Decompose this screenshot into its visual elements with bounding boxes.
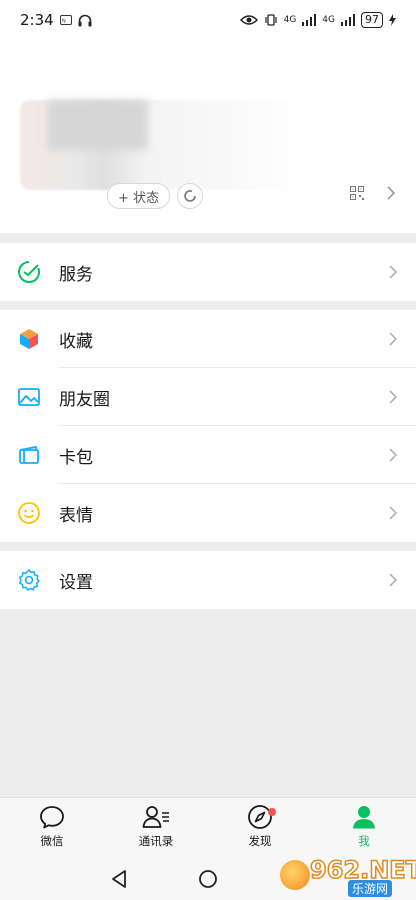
watermark-logo <box>280 860 310 890</box>
smiley-icon <box>18 502 40 524</box>
refresh-icon <box>184 190 196 202</box>
menu-item-moments[interactable]: 朋友圈 <box>0 368 416 426</box>
svg-text:N: N <box>62 19 66 25</box>
menu-item-cards[interactable]: 卡包 <box>0 426 416 484</box>
menu-label-settings: 设置 <box>59 572 93 593</box>
menu-item-favorites[interactable]: 收藏 <box>0 310 416 368</box>
menu-item-services[interactable]: 服务 <box>0 243 416 301</box>
menu-label-stickers: 表情 <box>59 505 93 526</box>
qr-code-icon[interactable] <box>350 186 364 200</box>
tab-label-me: 我 <box>358 834 370 848</box>
wallet-card-icon <box>19 445 39 464</box>
person-icon <box>353 806 375 829</box>
chevron-right-icon <box>389 448 398 462</box>
menu-label-moments: 朋友圈 <box>59 389 110 410</box>
menu-label-favorites: 收藏 <box>59 331 93 352</box>
signal-icon <box>302 14 317 26</box>
headphones-icon <box>78 14 92 26</box>
status-time: 2:34 <box>20 11 54 29</box>
chevron-right-icon <box>389 390 398 404</box>
back-icon[interactable] <box>110 869 128 889</box>
chat-bubble-icon <box>40 806 64 829</box>
services-group: 服务 <box>0 243 416 301</box>
charging-icon <box>389 14 396 26</box>
network-type-2: 4G <box>322 15 335 25</box>
services-icon <box>18 261 40 283</box>
menu-item-settings[interactable]: 设置 <box>0 551 416 609</box>
tab-label-contacts: 通讯录 <box>138 834 174 848</box>
signal-icon-2 <box>341 14 355 26</box>
image-icon <box>18 388 40 406</box>
network-type-1: 4G <box>283 15 297 25</box>
eye-icon <box>239 15 258 25</box>
cube-favorites-icon <box>20 329 38 349</box>
tab-contacts[interactable]: 通讯录 <box>116 804 196 849</box>
profile-header[interactable]: + 状态 <box>0 40 416 233</box>
contacts-icon <box>142 806 169 828</box>
chevron-right-icon <box>389 506 398 520</box>
notification-dot <box>268 808 276 816</box>
chevron-right-icon <box>389 573 398 587</box>
chevron-right-icon[interactable] <box>386 185 396 201</box>
watermark-site-name: 乐游网 <box>348 880 393 897</box>
settings-group: 设置 <box>0 551 416 609</box>
tab-me[interactable]: 我 <box>324 804 404 849</box>
bottom-tab-bar: 微信 通讯录 发现 我 <box>0 797 416 859</box>
nfc-icon: N <box>59 15 72 25</box>
menu-item-stickers[interactable]: 表情 <box>0 484 416 542</box>
chevron-right-icon <box>389 332 398 346</box>
add-status-label: + 状态 <box>118 190 160 206</box>
site-watermark: 962.NET 乐游网 <box>280 855 416 897</box>
avatar[interactable] <box>48 100 148 150</box>
battery-level: 97 <box>361 12 383 28</box>
status-bar: 2:34 N 4G 4G 97 <box>0 0 416 40</box>
refresh-status-button[interactable] <box>177 183 203 209</box>
vibrate-icon <box>264 14 277 26</box>
menu-label-services: 服务 <box>59 264 93 285</box>
tab-label-discover: 发现 <box>248 834 272 848</box>
tab-chats[interactable]: 微信 <box>12 804 92 849</box>
tab-discover[interactable]: 发现 <box>220 804 300 849</box>
menu-label-cards: 卡包 <box>59 447 93 468</box>
gear-icon <box>18 569 40 591</box>
chevron-right-icon <box>389 265 398 279</box>
home-icon[interactable] <box>198 869 218 889</box>
add-status-button[interactable]: + 状态 <box>107 183 171 209</box>
tab-label-chats: 微信 <box>40 834 64 848</box>
features-group: 收藏 朋友圈 卡包 表情 <box>0 310 416 542</box>
